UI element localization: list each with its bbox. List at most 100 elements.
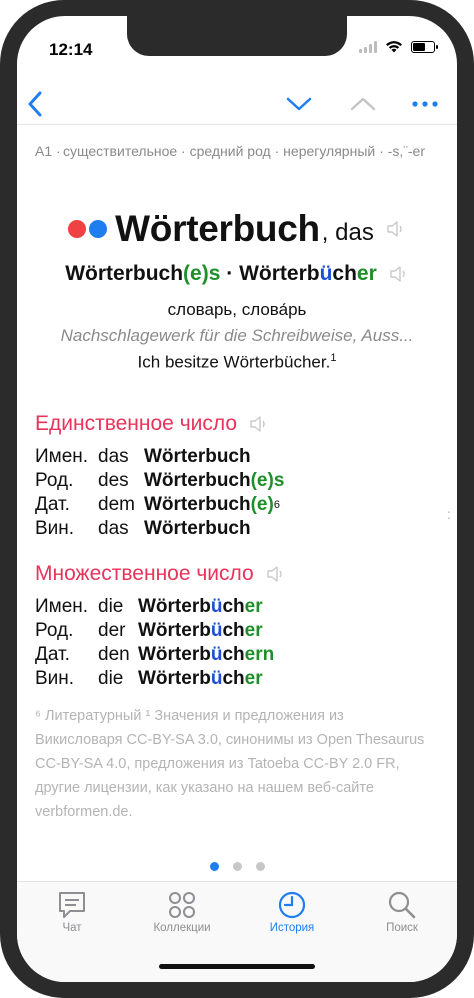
side-scroll-marker: : bbox=[447, 506, 451, 522]
singular-section-title: Единственное число bbox=[35, 412, 269, 436]
chat-icon bbox=[59, 892, 85, 918]
plural-title-text: Множественное число bbox=[35, 562, 254, 585]
notch bbox=[127, 16, 347, 56]
signal-icon bbox=[359, 40, 377, 53]
tab-collections[interactable]: Коллекции bbox=[127, 890, 237, 934]
table-row: Дат. den Wörterb ü ch ern bbox=[35, 643, 274, 667]
plural-stem: Wörterb bbox=[239, 262, 320, 285]
noun-umlaut: ü bbox=[210, 620, 223, 641]
example-sentence: Ich besitze Wörterbücher.1 bbox=[17, 352, 457, 373]
table-row: Вин. das Wörterbuch bbox=[35, 517, 284, 541]
noun-stem: Wörterb bbox=[138, 596, 211, 617]
genitive-stem: Wörterbuch bbox=[65, 262, 184, 285]
table-row: Род. des Wörterbuch (e)s bbox=[35, 469, 284, 493]
noun-umlaut: ü bbox=[210, 596, 223, 617]
plural-form: Wörterbücher bbox=[239, 262, 377, 286]
footnote-mark: 6 bbox=[273, 499, 280, 511]
noun-umlaut: ü bbox=[210, 644, 223, 665]
speaker-icon[interactable] bbox=[266, 565, 286, 583]
table-row: Дат. dem Wörterbuch (e) 6 bbox=[35, 493, 284, 517]
wifi-icon bbox=[386, 41, 402, 53]
search-icon bbox=[388, 891, 416, 919]
plural-mid: ch bbox=[332, 262, 357, 285]
tab-label: Коллекции bbox=[153, 922, 211, 934]
translation: словарь, слова́рь bbox=[167, 300, 307, 319]
noun-ending: (e)s bbox=[250, 470, 285, 491]
definition[interactable]: Nachschlagewerk für die Schreibweise, Au… bbox=[35, 326, 439, 346]
forms-line: Wörterbuch(e)s · Wörterbücher bbox=[17, 262, 457, 286]
noun-mid: ch bbox=[222, 596, 245, 617]
tab-chat[interactable]: Чат bbox=[17, 890, 127, 934]
page-dot[interactable] bbox=[232, 862, 242, 871]
noun-stem: Wörterb bbox=[138, 644, 211, 665]
noun-ending: er bbox=[244, 620, 263, 641]
tab-label: Чат bbox=[62, 922, 82, 934]
singular-table: Имен. das Wörterbuch Род. des Wörterbuch… bbox=[35, 445, 284, 541]
noun-mid: ch bbox=[222, 668, 245, 689]
page-dot-active[interactable] bbox=[209, 862, 219, 871]
headword-article: , das bbox=[321, 219, 374, 246]
more-dots-icon bbox=[412, 101, 438, 107]
more-button[interactable] bbox=[407, 86, 443, 122]
screen: 12:14 A1 · существительное · средний род… bbox=[17, 16, 457, 982]
case-label: Вин. bbox=[35, 668, 75, 689]
level-badge: A1 · bbox=[35, 143, 61, 159]
nav-separator bbox=[17, 124, 457, 125]
tab-label: История bbox=[269, 922, 315, 934]
tab-search[interactable]: Поиск bbox=[347, 890, 457, 934]
case-label: Имен. bbox=[35, 596, 89, 617]
plural-table: Имен. die Wörterb ü ch er Род. der Wörterb ü… bbox=[35, 595, 274, 691]
page-dot[interactable] bbox=[255, 862, 265, 871]
article: der bbox=[98, 620, 126, 641]
previous-entry-button[interactable] bbox=[345, 86, 381, 122]
table-row: Имен. das Wörterbuch bbox=[35, 445, 284, 469]
history-icon bbox=[278, 891, 306, 919]
case-label: Род. bbox=[35, 470, 74, 491]
plural-ending: er bbox=[356, 262, 377, 285]
headword-row: Wörterbuch , das bbox=[17, 208, 457, 250]
headword: Wörterbuch bbox=[115, 208, 320, 249]
noun-mid: ch bbox=[222, 644, 245, 665]
table-row: Вин. die Wörterb ü ch er bbox=[35, 667, 274, 691]
article: den bbox=[98, 644, 130, 665]
noun-stem: Wörterb bbox=[138, 620, 211, 641]
grammar-info: A1 · существительное · средний род · нер… bbox=[35, 142, 443, 161]
article: das bbox=[98, 446, 129, 467]
case-label: Вин. bbox=[35, 518, 75, 539]
nav-bar bbox=[17, 86, 457, 126]
case-label: Дат. bbox=[35, 494, 70, 515]
table-row: Род. der Wörterb ü ch er bbox=[35, 619, 274, 643]
tab-history[interactable]: История bbox=[237, 890, 347, 934]
back-button[interactable] bbox=[17, 86, 53, 122]
case-label: Дат. bbox=[35, 644, 70, 665]
grammar-text: существительное · средний род · нерегуля… bbox=[63, 143, 425, 159]
home-indicator[interactable] bbox=[159, 964, 315, 969]
noun-form: Wörterbuch bbox=[144, 470, 251, 491]
plural-section-title: Множественное число bbox=[35, 562, 286, 586]
license-footnote: ⁶ Литературный ¹ Значения и предложения … bbox=[35, 708, 425, 820]
noun-ending: er bbox=[244, 668, 263, 689]
page-indicator[interactable] bbox=[17, 862, 457, 871]
speaker-icon[interactable] bbox=[389, 265, 409, 283]
chevron-down-icon bbox=[286, 97, 312, 111]
example-footnote-mark: 1 bbox=[330, 352, 337, 364]
tab-label: Поиск bbox=[386, 922, 418, 934]
next-entry-button[interactable] bbox=[281, 86, 317, 122]
genitive-form: Wörterbuch(e)s bbox=[65, 262, 220, 286]
noun-form: Wörterbuch bbox=[144, 518, 251, 539]
speaker-icon[interactable] bbox=[386, 220, 406, 238]
status-icons bbox=[359, 40, 438, 53]
noun-form: Wörterbuch bbox=[144, 446, 251, 467]
status-time: 12:14 bbox=[49, 40, 93, 59]
frequency-dot-blue bbox=[89, 220, 108, 238]
singular-title-text: Единственное число bbox=[35, 412, 238, 435]
frequency-dot-red bbox=[68, 220, 87, 238]
noun-ending: (e) bbox=[250, 494, 274, 515]
case-label: Род. bbox=[35, 620, 74, 641]
plural-umlaut: ü bbox=[319, 262, 333, 285]
noun-form: Wörterbuch bbox=[144, 494, 251, 515]
speaker-icon[interactable] bbox=[249, 415, 269, 433]
table-row: Имен. die Wörterb ü ch er bbox=[35, 595, 274, 619]
device-frame: 12:14 A1 · существительное · средний род… bbox=[0, 0, 474, 998]
article: das bbox=[98, 518, 129, 539]
